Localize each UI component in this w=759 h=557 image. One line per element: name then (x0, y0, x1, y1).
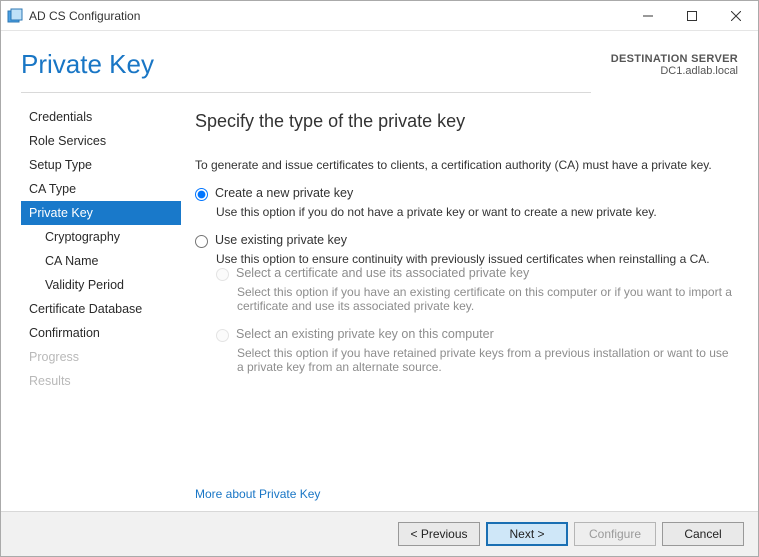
sidebar-item-role-services[interactable]: Role Services (21, 129, 181, 153)
radio-select-cert (216, 268, 229, 281)
destination-value: DC1.adlab.local (611, 65, 738, 77)
label-select-key: Select an existing private key on this c… (236, 327, 494, 341)
titlebar: AD CS Configuration (1, 1, 758, 31)
sidebar-item-credentials[interactable]: Credentials (21, 105, 181, 129)
content-intro: To generate and issue certificates to cl… (195, 158, 732, 172)
label-select-cert: Select a certificate and use its associa… (236, 266, 529, 280)
header: Private Key DESTINATION SERVER DC1.adlab… (1, 31, 758, 103)
content-heading: Specify the type of the private key (195, 111, 732, 132)
body: Credentials Role Services Setup Type CA … (1, 103, 758, 511)
page-title: Private Key (21, 49, 591, 93)
footer: < Previous Next > Configure Cancel (1, 511, 758, 556)
option-use-existing: Use existing private key Use this option… (195, 233, 732, 388)
previous-button[interactable]: < Previous (398, 522, 480, 546)
suboption-select-cert: Select a certificate and use its associa… (216, 266, 732, 313)
desc-use-existing: Use this option to ensure continuity wit… (216, 252, 732, 266)
sidebar-item-cryptography[interactable]: Cryptography (21, 225, 181, 249)
sidebar-item-private-key[interactable]: Private Key (21, 201, 181, 225)
next-button[interactable]: Next > (486, 522, 568, 546)
label-use-existing[interactable]: Use existing private key (215, 233, 347, 247)
minimize-button[interactable] (626, 1, 670, 31)
sidebar-item-confirmation[interactable]: Confirmation (21, 321, 181, 345)
desc-create-new: Use this option if you do not have a pri… (216, 205, 732, 219)
sidebar-item-validity-period[interactable]: Validity Period (21, 273, 181, 297)
close-button[interactable] (714, 1, 758, 31)
sidebar-item-setup-type[interactable]: Setup Type (21, 153, 181, 177)
more-about-link[interactable]: More about Private Key (195, 467, 732, 501)
suboption-select-key: Select an existing private key on this c… (216, 327, 732, 374)
label-create-new[interactable]: Create a new private key (215, 186, 353, 200)
destination-server: DESTINATION SERVER DC1.adlab.local (611, 53, 738, 93)
desc-select-cert: Select this option if you have an existi… (237, 285, 732, 313)
maximize-button[interactable] (670, 1, 714, 31)
sidebar-item-ca-name[interactable]: CA Name (21, 249, 181, 273)
sidebar: Credentials Role Services Setup Type CA … (1, 103, 181, 511)
sidebar-item-results: Results (21, 369, 181, 393)
radio-create-new[interactable] (195, 188, 208, 201)
sidebar-item-certificate-database[interactable]: Certificate Database (21, 297, 181, 321)
cancel-button[interactable]: Cancel (662, 522, 744, 546)
desc-select-key: Select this option if you have retained … (237, 346, 732, 374)
radio-select-key (216, 329, 229, 342)
sidebar-item-progress: Progress (21, 345, 181, 369)
app-icon (7, 8, 23, 24)
sidebar-item-ca-type[interactable]: CA Type (21, 177, 181, 201)
configure-button: Configure (574, 522, 656, 546)
window-title: AD CS Configuration (29, 9, 626, 23)
window-buttons (626, 1, 758, 31)
destination-label: DESTINATION SERVER (611, 53, 738, 65)
content-panel: Specify the type of the private key To g… (181, 103, 758, 511)
radio-use-existing[interactable] (195, 235, 208, 248)
option-create-new: Create a new private key Use this option… (195, 186, 732, 219)
